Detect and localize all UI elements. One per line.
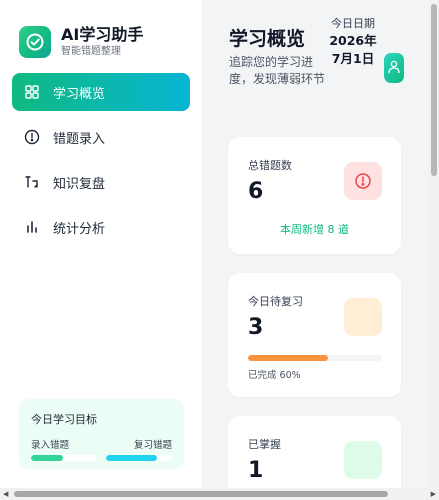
- weekly-new-note: 本周新增 8 道: [280, 223, 349, 236]
- main-content: 学习概览 追踪您的学习进度，发现薄弱环节 今日日期 2026年 7月1日 总错题…: [203, 0, 429, 488]
- sidebar-nav: 学习概览 错题录入 知识复盘 统计分析: [0, 73, 202, 246]
- sidebar-item-label: 学习概览: [53, 86, 106, 102]
- scrollbar-thumb[interactable]: [14, 491, 388, 497]
- date-year: 2026年: [329, 33, 377, 48]
- check-badge: [344, 441, 382, 479]
- grid-icon: [24, 84, 40, 100]
- goal-title: 今日学习目标: [31, 413, 97, 426]
- refresh-icon: [24, 174, 40, 190]
- horizontal-scrollbar[interactable]: ◀ ▶: [0, 488, 439, 500]
- vertical-scrollbar[interactable]: [429, 0, 439, 488]
- sidebar-item-review[interactable]: 知识复盘: [12, 163, 190, 201]
- page-description: 追踪您的学习进度，发现薄弱环节: [229, 55, 326, 86]
- app-window: AI学习助手 智能错题整理 学习概览 错题录入 知识复盘 统计分析 今日学习目标…: [0, 0, 439, 500]
- goal-review-label: 复习错题: [133, 440, 172, 451]
- card-value: 6: [248, 179, 264, 204]
- goal-entry-label: 录入错题: [31, 440, 70, 451]
- date-day: 7月1日: [331, 51, 375, 66]
- date-display: 今日日期 2026年 7月1日: [327, 16, 379, 68]
- page-title: 学习概览: [229, 28, 306, 50]
- sidebar-item-label: 知识复盘: [53, 176, 106, 192]
- sidebar-item-error-entry[interactable]: 错题录入: [12, 118, 190, 156]
- clock-badge: [344, 298, 382, 336]
- app-subtitle: 智能错题整理: [61, 46, 121, 57]
- card-value: 1: [248, 458, 264, 483]
- sidebar-item-label: 错题录入: [53, 131, 106, 147]
- sidebar-item-overview[interactable]: 学习概览: [12, 73, 190, 111]
- goal-review-progress: [106, 455, 172, 461]
- user-avatar[interactable]: [384, 53, 404, 83]
- page-header: 学习概览 追踪您的学习进度，发现薄弱环节: [229, 26, 409, 88]
- review-progress-note: 已完成 60%: [248, 370, 301, 381]
- alert-circle-icon: [344, 162, 382, 200]
- pending-review-card: 今日待复习 3 已完成 60%: [228, 273, 401, 397]
- scroll-left-arrow[interactable]: ◀: [3, 490, 8, 498]
- mastered-card: 已掌握 1: [228, 416, 401, 488]
- date-label: 今日日期: [331, 17, 375, 30]
- goal-entry-progress: [31, 455, 97, 461]
- scroll-right-arrow[interactable]: ▶: [431, 490, 436, 498]
- card-label: 总错题数: [248, 159, 292, 172]
- check-circle-icon: [19, 26, 51, 58]
- scrollbar-thumb[interactable]: [431, 4, 437, 176]
- review-progress-bar: [248, 355, 382, 361]
- alert-circle-icon: [24, 129, 40, 145]
- daily-goal-card: 今日学习目标 录入错题 复习错题: [19, 399, 184, 469]
- brand: AI学习助手 智能错题整理: [0, 0, 202, 64]
- user-icon: [388, 59, 400, 78]
- app-title: AI学习助手: [61, 25, 144, 44]
- sidebar: AI学习助手 智能错题整理 学习概览 错题录入 知识复盘 统计分析 今日学习目标…: [0, 0, 203, 488]
- sidebar-item-statistics[interactable]: 统计分析: [12, 208, 190, 246]
- bar-chart-icon: [24, 219, 40, 235]
- card-label: 今日待复习: [248, 295, 303, 308]
- card-label: 已掌握: [248, 438, 281, 451]
- card-value: 3: [248, 315, 264, 340]
- total-errors-card: 总错题数 6 本周新增 8 道: [228, 137, 401, 254]
- sidebar-item-label: 统计分析: [53, 221, 106, 237]
